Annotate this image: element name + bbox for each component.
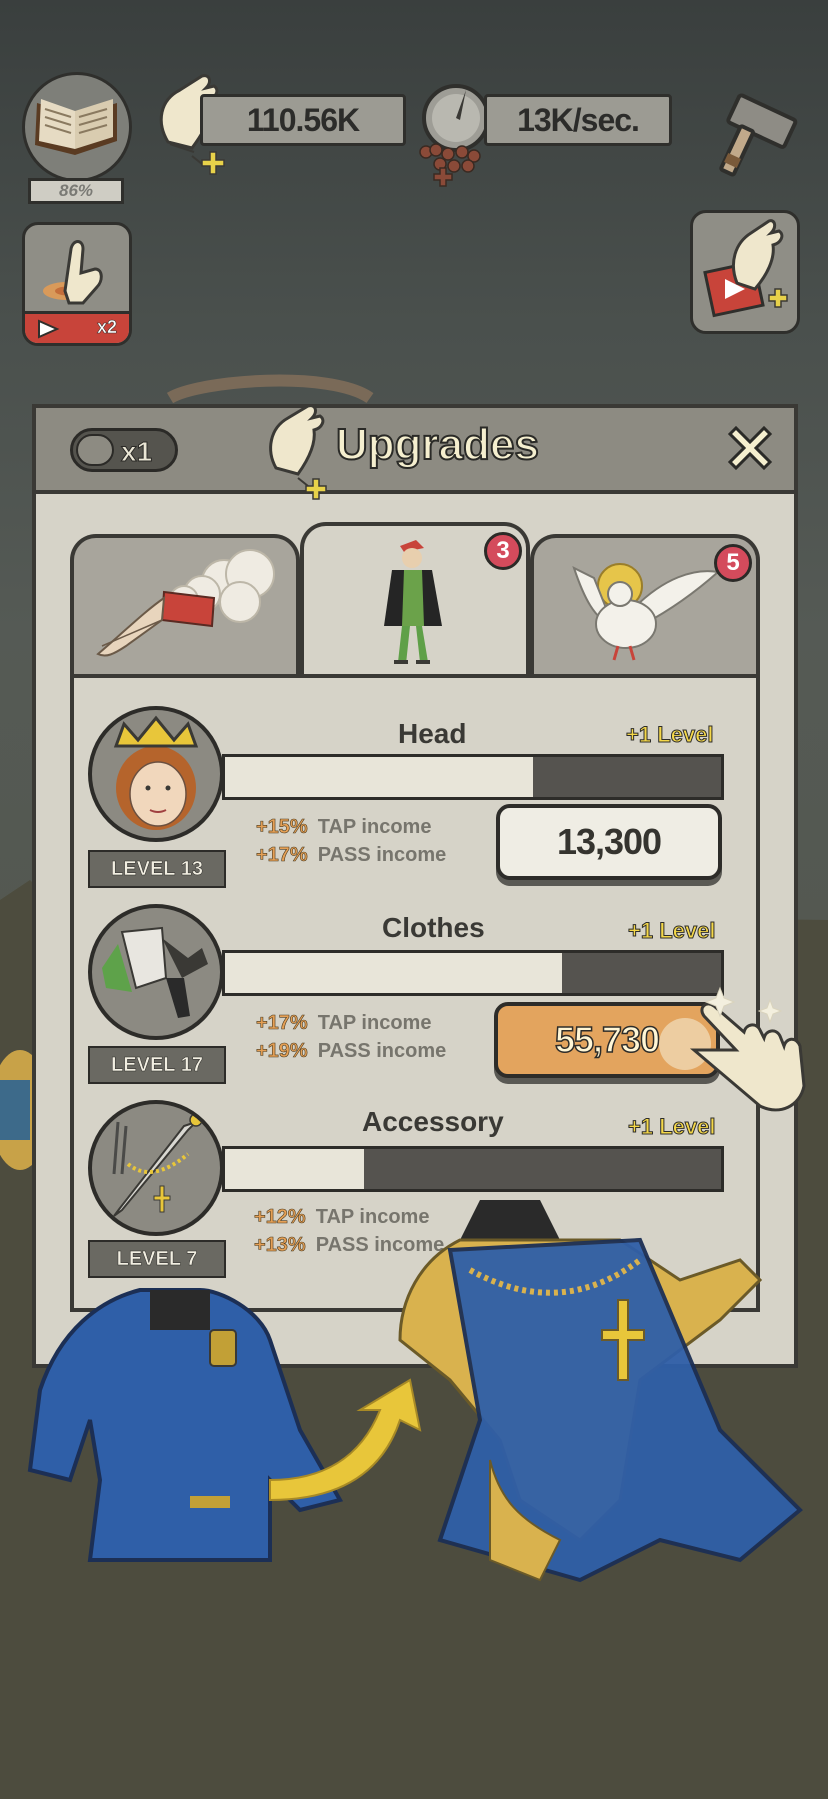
blue-tunic-icon xyxy=(27,1288,344,1562)
head-progress-bar xyxy=(222,754,724,800)
head-portrait xyxy=(88,706,224,842)
tunic-upgrade-illustration xyxy=(27,1200,803,1583)
head-pass-pct: +17% xyxy=(256,844,308,867)
book-icon xyxy=(35,99,117,155)
clothes-portrait xyxy=(88,904,224,1040)
close-icon[interactable] xyxy=(722,420,778,476)
tap-boost-label: x2 xyxy=(96,317,118,338)
tap-hand-icon xyxy=(43,240,103,305)
clothes-name: Clothes xyxy=(382,912,485,943)
spellbook-button[interactable] xyxy=(22,72,132,182)
clothes-level: LEVEL 17 xyxy=(88,1046,226,1084)
panel-title: Upgrades xyxy=(335,419,540,470)
head-tap-text: TAP income xyxy=(317,816,432,838)
head-pass-text: PASS income xyxy=(317,844,447,866)
head-tap-bonus: +15% TAP income xyxy=(256,816,432,839)
tap-boost-ad-button[interactable]: x2 xyxy=(22,222,132,346)
praying-hand-icon xyxy=(269,404,327,500)
noble-doublet-icon xyxy=(398,1200,803,1583)
tab-dove-badge: 5 xyxy=(714,544,752,582)
multiplier-toggle[interactable]: x1 xyxy=(70,428,178,472)
multiplier-label: x1 xyxy=(120,436,153,468)
accessory-name: Accessory xyxy=(362,1106,504,1137)
head-plus-level: +1 Level xyxy=(625,722,714,748)
tutorial-pointer-hand-icon xyxy=(659,986,806,1112)
head-name: Head xyxy=(398,718,467,749)
book-progress: 86% xyxy=(28,178,124,204)
tab-character-badge: 3 xyxy=(484,532,522,570)
clothes-tap-text: TAP income xyxy=(317,1012,432,1034)
clothes-plus-level: +1 Level xyxy=(627,918,716,944)
passive-rate-display: 13K/sec. xyxy=(484,94,672,146)
crowned-head-icon xyxy=(113,715,199,830)
play-icon xyxy=(38,319,60,339)
clothes-tap-pct: +17% xyxy=(256,1012,308,1035)
tab-divine-hand[interactable] xyxy=(70,534,300,676)
video-hand-icon xyxy=(703,219,788,318)
clothes-pass-bonus: +19% PASS income xyxy=(256,1040,447,1063)
head-tap-pct: +15% xyxy=(256,816,308,839)
head-level: LEVEL 13 xyxy=(88,850,226,888)
head-buy-button[interactable]: 13,300 xyxy=(496,804,722,880)
divine-hand-icon xyxy=(96,549,275,657)
head-progress-fill xyxy=(225,757,533,797)
tap-currency-display: 110.56K xyxy=(200,94,406,146)
doublet-icon xyxy=(102,926,208,1018)
clothes-pass-pct: +19% xyxy=(256,1040,308,1063)
hammer-icon[interactable] xyxy=(700,80,800,180)
clothes-tap-bonus: +17% TAP income xyxy=(256,1012,432,1035)
ad-reward-button[interactable] xyxy=(690,210,800,334)
clothes-progress-fill xyxy=(225,953,563,993)
head-pass-bonus: +17% PASS income xyxy=(256,844,447,867)
clothes-pass-text: PASS income xyxy=(317,1040,447,1062)
